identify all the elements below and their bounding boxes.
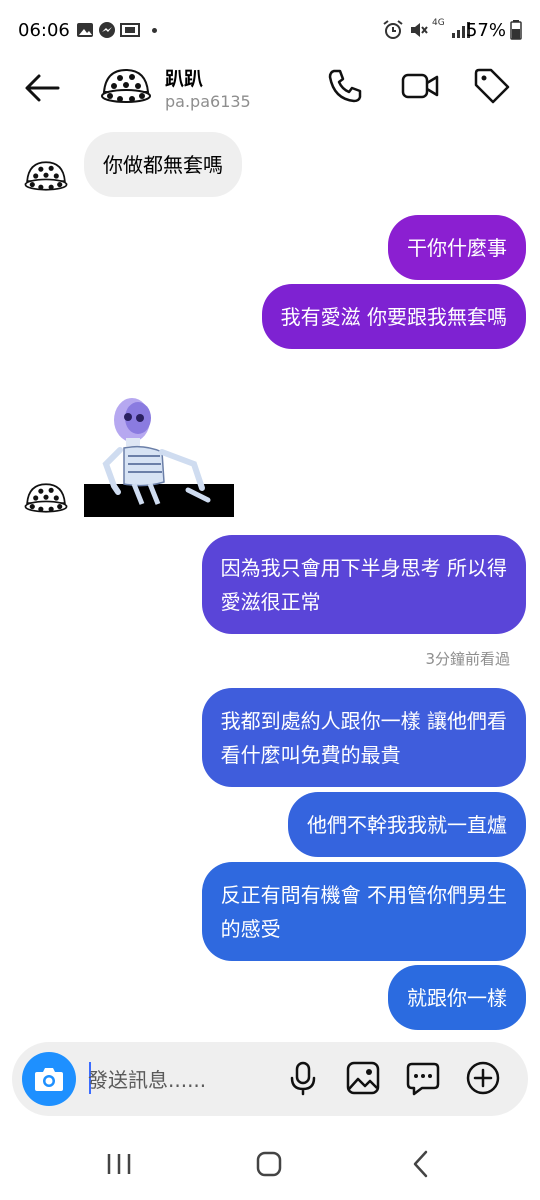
home-icon[interactable] bbox=[254, 1142, 284, 1186]
sent-message[interactable]: 因為我只會用下半身思考 所以得 愛滋很正常 bbox=[201, 535, 526, 634]
skeleton-sticker[interactable] bbox=[84, 392, 234, 517]
sender-avatar[interactable] bbox=[22, 156, 70, 196]
add-icon[interactable] bbox=[464, 1059, 502, 1097]
contact-name[interactable]: 趴趴 bbox=[165, 64, 203, 91]
network-type: 4G bbox=[432, 18, 445, 28]
battery-percent: 57% bbox=[465, 20, 506, 41]
recent-apps-icon[interactable] bbox=[104, 1142, 134, 1186]
sent-message[interactable]: 就跟你一樣 bbox=[388, 965, 526, 1030]
status-bar: 06:06 4G 57% bbox=[0, 0, 540, 60]
back-arrow-icon[interactable] bbox=[22, 68, 62, 108]
more-notifications-dot bbox=[152, 28, 157, 33]
gallery-icon[interactable] bbox=[344, 1059, 382, 1097]
phone-call-icon[interactable] bbox=[325, 66, 365, 106]
camera-button[interactable] bbox=[22, 1052, 76, 1106]
microphone-icon[interactable] bbox=[284, 1059, 322, 1097]
camera-icon bbox=[35, 1068, 63, 1091]
status-time: 06:06 bbox=[18, 20, 70, 41]
contact-handle[interactable]: pa.pa6135 bbox=[165, 92, 251, 111]
alarm-icon bbox=[383, 20, 403, 39]
seen-indicator: 3分鐘前看過 bbox=[425, 650, 510, 668]
gallery-notification-icon bbox=[77, 23, 93, 37]
tag-icon[interactable] bbox=[472, 66, 512, 106]
messenger-notification-icon bbox=[99, 22, 115, 38]
sent-message[interactable]: 我有愛滋 你要跟我無套嗎 bbox=[261, 284, 526, 349]
sent-message[interactable]: 反正有問有機會 不用管你們男生 的感受 bbox=[201, 862, 526, 961]
message-input[interactable]: 發送訊息...... bbox=[88, 1064, 206, 1093]
mute-icon bbox=[411, 23, 428, 37]
contact-avatar[interactable] bbox=[98, 64, 154, 108]
battery-icon bbox=[510, 20, 522, 40]
video-call-icon[interactable] bbox=[400, 66, 440, 106]
sent-message[interactable]: 他們不幹我我就一直爐 bbox=[288, 792, 526, 857]
nav-back-icon[interactable] bbox=[406, 1142, 436, 1186]
chat-bubble-icon[interactable] bbox=[404, 1059, 442, 1097]
sent-message[interactable]: 我都到處約人跟你一樣 讓他們看 看什麼叫免費的最貴 bbox=[201, 688, 526, 787]
received-message[interactable]: 你做都無套嗎 bbox=[84, 132, 242, 197]
sender-avatar[interactable] bbox=[22, 478, 70, 518]
film-notification-icon bbox=[120, 23, 140, 37]
sent-message[interactable]: 干你什麼事 bbox=[388, 215, 526, 280]
